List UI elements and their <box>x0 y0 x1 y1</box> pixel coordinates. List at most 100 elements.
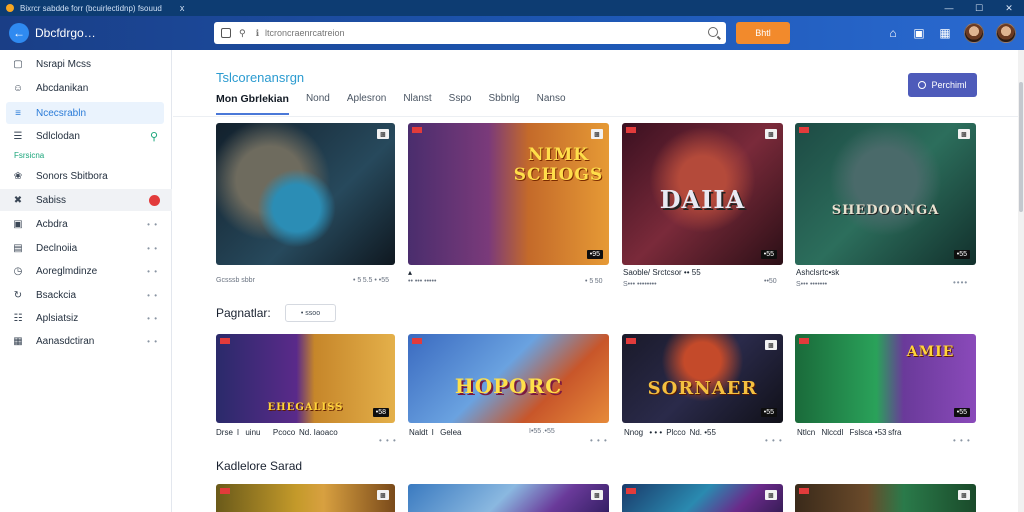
maximize-icon[interactable]: ☐ <box>964 0 994 16</box>
sidebar-item-label: Sabiss <box>36 194 67 206</box>
folder-icon: ▤ <box>13 242 23 254</box>
sidebar-item-11[interactable]: ▦ Aanasdctiran • • <box>0 330 172 352</box>
close-icon[interactable]: ✕ <box>994 0 1024 16</box>
tab-close-icon[interactable]: x <box>180 3 185 13</box>
search-icon[interactable] <box>708 27 718 37</box>
avatar[interactable] <box>964 23 984 43</box>
card-title: Ntlcn Nlccdl Fslsca •53 sfra <box>797 428 902 437</box>
search-bar[interactable]: ⚲ ℹ <box>214 22 726 44</box>
sidebar-item-5[interactable]: ✖ Sabiss <box>0 189 172 211</box>
tab-4[interactable]: Sspo <box>449 93 472 115</box>
sidebar-item-label: Nsrapi Mcss <box>36 58 92 70</box>
more-dots-icon[interactable]: • • • <box>953 436 971 445</box>
game-card-r3-4[interactable]: ▩ <box>795 484 976 512</box>
more-dots-icon[interactable]: • • • <box>379 436 397 445</box>
window-icon: ▢ <box>13 58 23 70</box>
sidebar-item-10[interactable]: ☷ Aplsiatsiz • • <box>0 307 172 329</box>
card-stats: I•55 .•55 <box>529 428 555 435</box>
tag-icon: ▩ <box>958 490 970 500</box>
apps-grid-icon[interactable]: ▦ <box>938 26 952 40</box>
sidebar-item-9[interactable]: ↻ Bsackcia • • <box>0 284 172 306</box>
count-badge: •95 <box>586 250 603 259</box>
box-icon: ▣ <box>13 218 23 230</box>
card-stats: • 5 5.5 • •55 <box>353 277 389 284</box>
tab-3[interactable]: Nlanst <box>403 93 431 115</box>
sidebar-item-6[interactable]: ▣ Acbdra • • <box>0 213 172 235</box>
scrollbar[interactable] <box>1018 50 1024 512</box>
sidebar-item-2[interactable]: ≡ Ncecsrabln <box>6 102 164 124</box>
sidebar-item-3[interactable]: ☰ Sdlclodan ⚲ <box>0 125 172 147</box>
game-card-r1-3[interactable]: DAIIA ▩ •55 <box>622 123 783 265</box>
sidebar-item-1[interactable]: ☺ Abcdanikan <box>0 77 172 99</box>
sidebar-section-label: Fsrsicna <box>14 151 45 160</box>
tag-icon: ▩ <box>958 129 970 139</box>
flag-icon <box>626 488 636 494</box>
more-dots-icon[interactable]: • • <box>147 220 158 229</box>
more-dots-icon[interactable]: • • <box>147 244 158 253</box>
user-icon: ☺ <box>12 82 24 94</box>
game-logo: AMIE <box>906 344 955 360</box>
game-card-r3-3[interactable]: ▩ <box>622 484 783 512</box>
flag-icon <box>799 488 809 494</box>
store-icon[interactable]: ▣ <box>912 26 926 40</box>
tab-6[interactable]: Nanso <box>537 93 566 115</box>
sidebar-item-4[interactable]: ❀ Sonors Sbitbora <box>0 165 172 187</box>
game-art <box>408 484 609 512</box>
window-controls: — ☐ ✕ <box>934 0 1024 16</box>
sidebar-item-label: Acbdra <box>36 218 68 230</box>
game-card-r1-1[interactable]: ▩ <box>216 123 395 265</box>
more-dots-icon[interactable]: • • <box>147 267 158 276</box>
more-dots-icon[interactable]: • • <box>147 314 158 323</box>
minimize-icon[interactable]: — <box>934 0 964 16</box>
more-dots-icon[interactable]: • • <box>147 291 158 300</box>
game-card-r3-2[interactable]: ▩ <box>408 484 609 512</box>
game-card-r3-1[interactable]: ▩ <box>216 484 395 512</box>
game-card-r2-4[interactable]: AMIE •55 <box>795 334 976 423</box>
search-input[interactable] <box>265 28 666 38</box>
sidebar-item-7[interactable]: ▤ Declnoiia • • <box>0 237 172 259</box>
game-card-r1-2[interactable]: NIMK SCHOGS ▩ •95 <box>408 123 609 265</box>
main-content: Tslcorenansrgn Mon Gbrlekian Nond Aplesr… <box>173 50 1024 512</box>
count-badge: •55 <box>760 250 777 259</box>
search-icon[interactable]: ⚲ <box>150 130 158 143</box>
tab-1[interactable]: Nond <box>306 93 330 115</box>
sidebar-item-label: Aanasdctiran <box>36 335 95 347</box>
tab-5[interactable]: Sbbnlg <box>488 93 519 115</box>
top-action-button[interactable]: Perchiml <box>908 73 977 97</box>
more-dots-icon[interactable]: • • <box>147 337 158 346</box>
sidebar-item-label: Sdlclodan <box>36 130 80 142</box>
grid-icon: ▦ <box>13 335 23 347</box>
home-icon[interactable]: ⌂ <box>886 26 900 40</box>
tab-2[interactable]: Aplesron <box>347 93 386 115</box>
more-dots-icon[interactable]: •••• <box>953 278 968 287</box>
game-card-r1-4[interactable]: SHEDOONGA ▩ •55 <box>795 123 976 265</box>
card-stats: ••50 <box>764 278 777 285</box>
circle-icon <box>918 81 927 89</box>
more-dots-icon[interactable]: • • • <box>765 436 783 445</box>
ribbon-icon: ❀ <box>13 170 23 182</box>
tab-0[interactable]: Mon Gbrlekian <box>216 93 289 115</box>
more-dots-icon[interactable]: • • • <box>590 436 608 445</box>
flag-icon <box>220 338 230 344</box>
sidebar-item-0[interactable]: ▢ Nsrapi Mcss <box>0 53 172 75</box>
count-badge: •55 <box>760 408 777 417</box>
sidebar-item-8[interactable]: ◷ Aoreglmdinze • • <box>0 260 172 282</box>
avatar-secondary[interactable] <box>996 23 1016 43</box>
info-icon: ℹ <box>255 27 260 38</box>
card-title: Drse I uinu Pcoco Nd. Iaoaco <box>216 428 338 437</box>
game-card-r2-2[interactable]: HOPORC <box>408 334 609 423</box>
game-logo: DAIIA <box>659 185 746 214</box>
filter-pill[interactable]: • ssoo <box>285 304 336 322</box>
app-icon <box>6 4 14 12</box>
card-title: Naldt I Gelea <box>409 428 462 437</box>
primary-action-button[interactable]: Bhtl <box>736 22 790 44</box>
game-art <box>622 484 783 512</box>
game-card-r2-3[interactable]: SORNAER ▩ •55 <box>622 334 783 423</box>
document-icon: ☷ <box>13 312 23 324</box>
game-card-r2-1[interactable]: EHEGALISS •58 <box>216 334 395 423</box>
game-art <box>216 123 395 265</box>
scrollbar-thumb[interactable] <box>1019 82 1023 212</box>
card-subtitle: S••• ••••••• <box>796 281 828 288</box>
back-arrow-icon[interactable]: ← <box>9 23 29 43</box>
card-title: Nnog • • • Plcco Nd. •55 <box>624 428 716 437</box>
